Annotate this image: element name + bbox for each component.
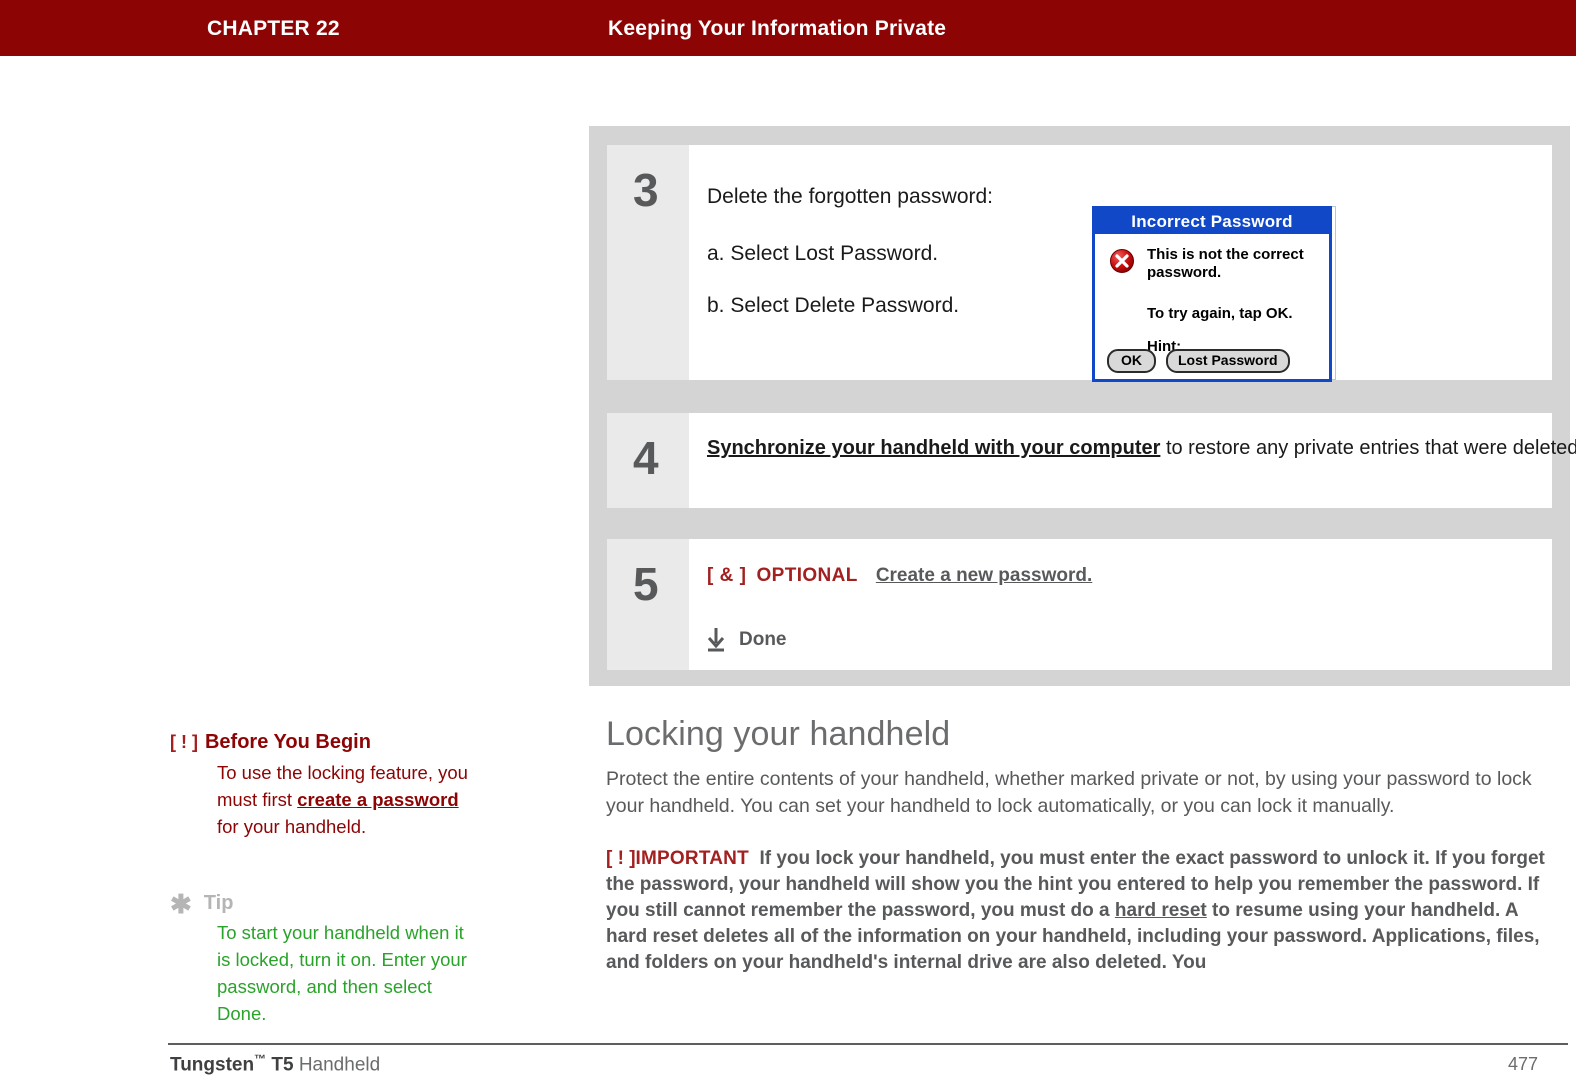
tip-note: ✱ Tip To start your handheld when it is … (170, 889, 470, 1027)
important-callout: [ ! ]IMPORTANT If you lock your handheld… (606, 846, 1561, 976)
footer-divider (168, 1043, 1568, 1045)
article-section: Locking your handheld Protect the entire… (606, 715, 1564, 976)
byb-text-after: for your handheld. (217, 816, 367, 837)
dialog-content: This is not the correct password. To try… (1095, 234, 1329, 379)
create-a-password-link[interactable]: create a password (297, 789, 458, 810)
error-x-icon (1110, 249, 1134, 273)
asterisk-icon: ✱ (170, 888, 192, 919)
footer-model: T5 (266, 1054, 294, 1076)
before-you-begin-note: [ ! ] Before You Begin To use the lockin… (170, 728, 470, 840)
step-row: 3 Delete the forgotten password: a. Sele… (607, 145, 1552, 382)
dialog-message-line1: This is not the correct password. (1147, 246, 1304, 281)
palm-dialog-screenshot: Incorrect Password This is not the corre… (1092, 202, 1340, 382)
footer-product-label: Tungsten™ T5 Handheld (170, 1052, 380, 1076)
footer-product: Handheld (293, 1054, 381, 1076)
tip-title: Tip (203, 892, 234, 914)
step-number-cell: 5 (607, 539, 689, 670)
important-label: IMPORTANT (635, 848, 749, 870)
article-paragraph: Protect the entire contents of your hand… (606, 768, 1532, 818)
exclamation-marker-icon: [ ! ] (170, 732, 198, 752)
step-row: 5 [ & ] OPTIONAL Create a new password. … (607, 539, 1552, 670)
trademark-icon: ™ (254, 1052, 267, 1066)
page-number: 477 (1508, 1054, 1539, 1074)
page-header-bar: CHAPTER 22 Keeping Your Information Priv… (0, 0, 1576, 56)
step-content: Delete the forgotten password: a. Select… (689, 145, 1552, 382)
sync-handheld-link[interactable]: Synchronize your handheld with your comp… (707, 437, 1160, 459)
step3-substep-b: b. Select Delete Password. (707, 294, 960, 317)
optional-row: [ & ] OPTIONAL Create a new password. (707, 565, 1092, 587)
before-you-begin-title: Before You Begin (204, 731, 371, 753)
done-label: Done (739, 629, 787, 650)
dialog-title-bar: Incorrect Password (1095, 209, 1329, 234)
dialog-button-row: OK Lost Password (1107, 349, 1290, 373)
step-number: 3 (633, 164, 659, 216)
step-number-cell: 3 (607, 145, 689, 380)
create-new-password-link[interactable]: Create a new password. (876, 565, 1092, 587)
page-title: Locking your handheld (606, 715, 951, 753)
down-arrow-done-icon (707, 628, 725, 652)
step4-rest-text: to restore any private entries that were… (1160, 437, 1576, 459)
chapter-label: CHAPTER 22 (207, 17, 340, 40)
optional-marker-icon: [ & ] (707, 565, 747, 586)
step-content: Synchronize your handheld with your comp… (689, 413, 1576, 508)
incorrect-password-dialog: Incorrect Password This is not the corre… (1092, 206, 1332, 382)
hard-reset-link[interactable]: hard reset (1115, 900, 1207, 921)
step-number: 4 (633, 432, 659, 484)
dialog-message-line2: To try again, tap OK. (1147, 305, 1293, 322)
step3-substep-a: a. Select Lost Password. (707, 242, 939, 265)
tip-header: ✱ Tip (170, 889, 470, 918)
tip-body: To start your handheld when it is locked… (217, 922, 467, 1024)
optional-label: OPTIONAL (756, 565, 858, 586)
done-row: Done (705, 627, 787, 653)
lost-password-button[interactable]: Lost Password (1166, 349, 1290, 373)
important-marker-icon: [ ! ] (606, 848, 636, 870)
ok-button[interactable]: OK (1107, 349, 1156, 373)
step-number: 5 (633, 558, 659, 610)
footer-brand: Tungsten (170, 1054, 255, 1076)
step-number-cell: 4 (607, 413, 689, 508)
before-you-begin-body: To use the locking feature, you must fir… (217, 759, 472, 840)
steps-panel: 3 Delete the forgotten password: a. Sele… (589, 126, 1576, 686)
step4-text: Synchronize your handheld with your comp… (707, 435, 1576, 462)
chapter-title: Keeping Your Information Private (608, 17, 947, 40)
step3-intro-text: Delete the forgotten password: (707, 185, 994, 208)
step-row: 4 Synchronize your handheld with your co… (607, 413, 1576, 508)
step-content: [ & ] OPTIONAL Create a new password. Do… (689, 539, 1552, 670)
before-you-begin-header: [ ! ] Before You Begin (170, 728, 470, 757)
